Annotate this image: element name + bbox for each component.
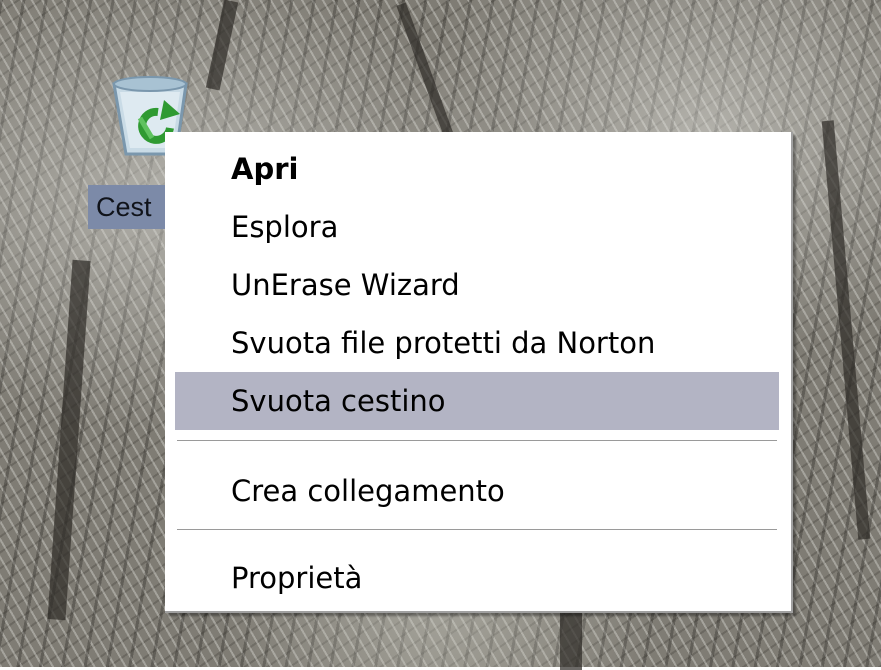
tree-trunk (396, 2, 454, 138)
desktop-icon-label[interactable]: Cest (88, 185, 166, 229)
menu-item-apri[interactable]: Apri (175, 140, 779, 198)
context-menu: Apri Esplora UnErase Wizard Svuota file … (165, 132, 793, 613)
menu-item-esplora[interactable]: Esplora (175, 198, 779, 256)
tree-trunk (47, 259, 91, 621)
menu-item-proprieta[interactable]: Proprietà (175, 549, 779, 607)
menu-item-unerase-wizard[interactable]: UnErase Wizard (175, 256, 779, 314)
menu-item-svuota-norton[interactable]: Svuota file protetti da Norton (175, 314, 779, 372)
tree-trunk (560, 610, 582, 670)
menu-separator (177, 440, 777, 442)
tree-trunk (821, 120, 871, 540)
tree-trunk (205, 0, 239, 91)
menu-item-svuota-cestino[interactable]: Svuota cestino (175, 372, 779, 430)
menu-item-crea-collegamento[interactable]: Crea collegamento (175, 462, 779, 520)
menu-separator (177, 529, 777, 531)
